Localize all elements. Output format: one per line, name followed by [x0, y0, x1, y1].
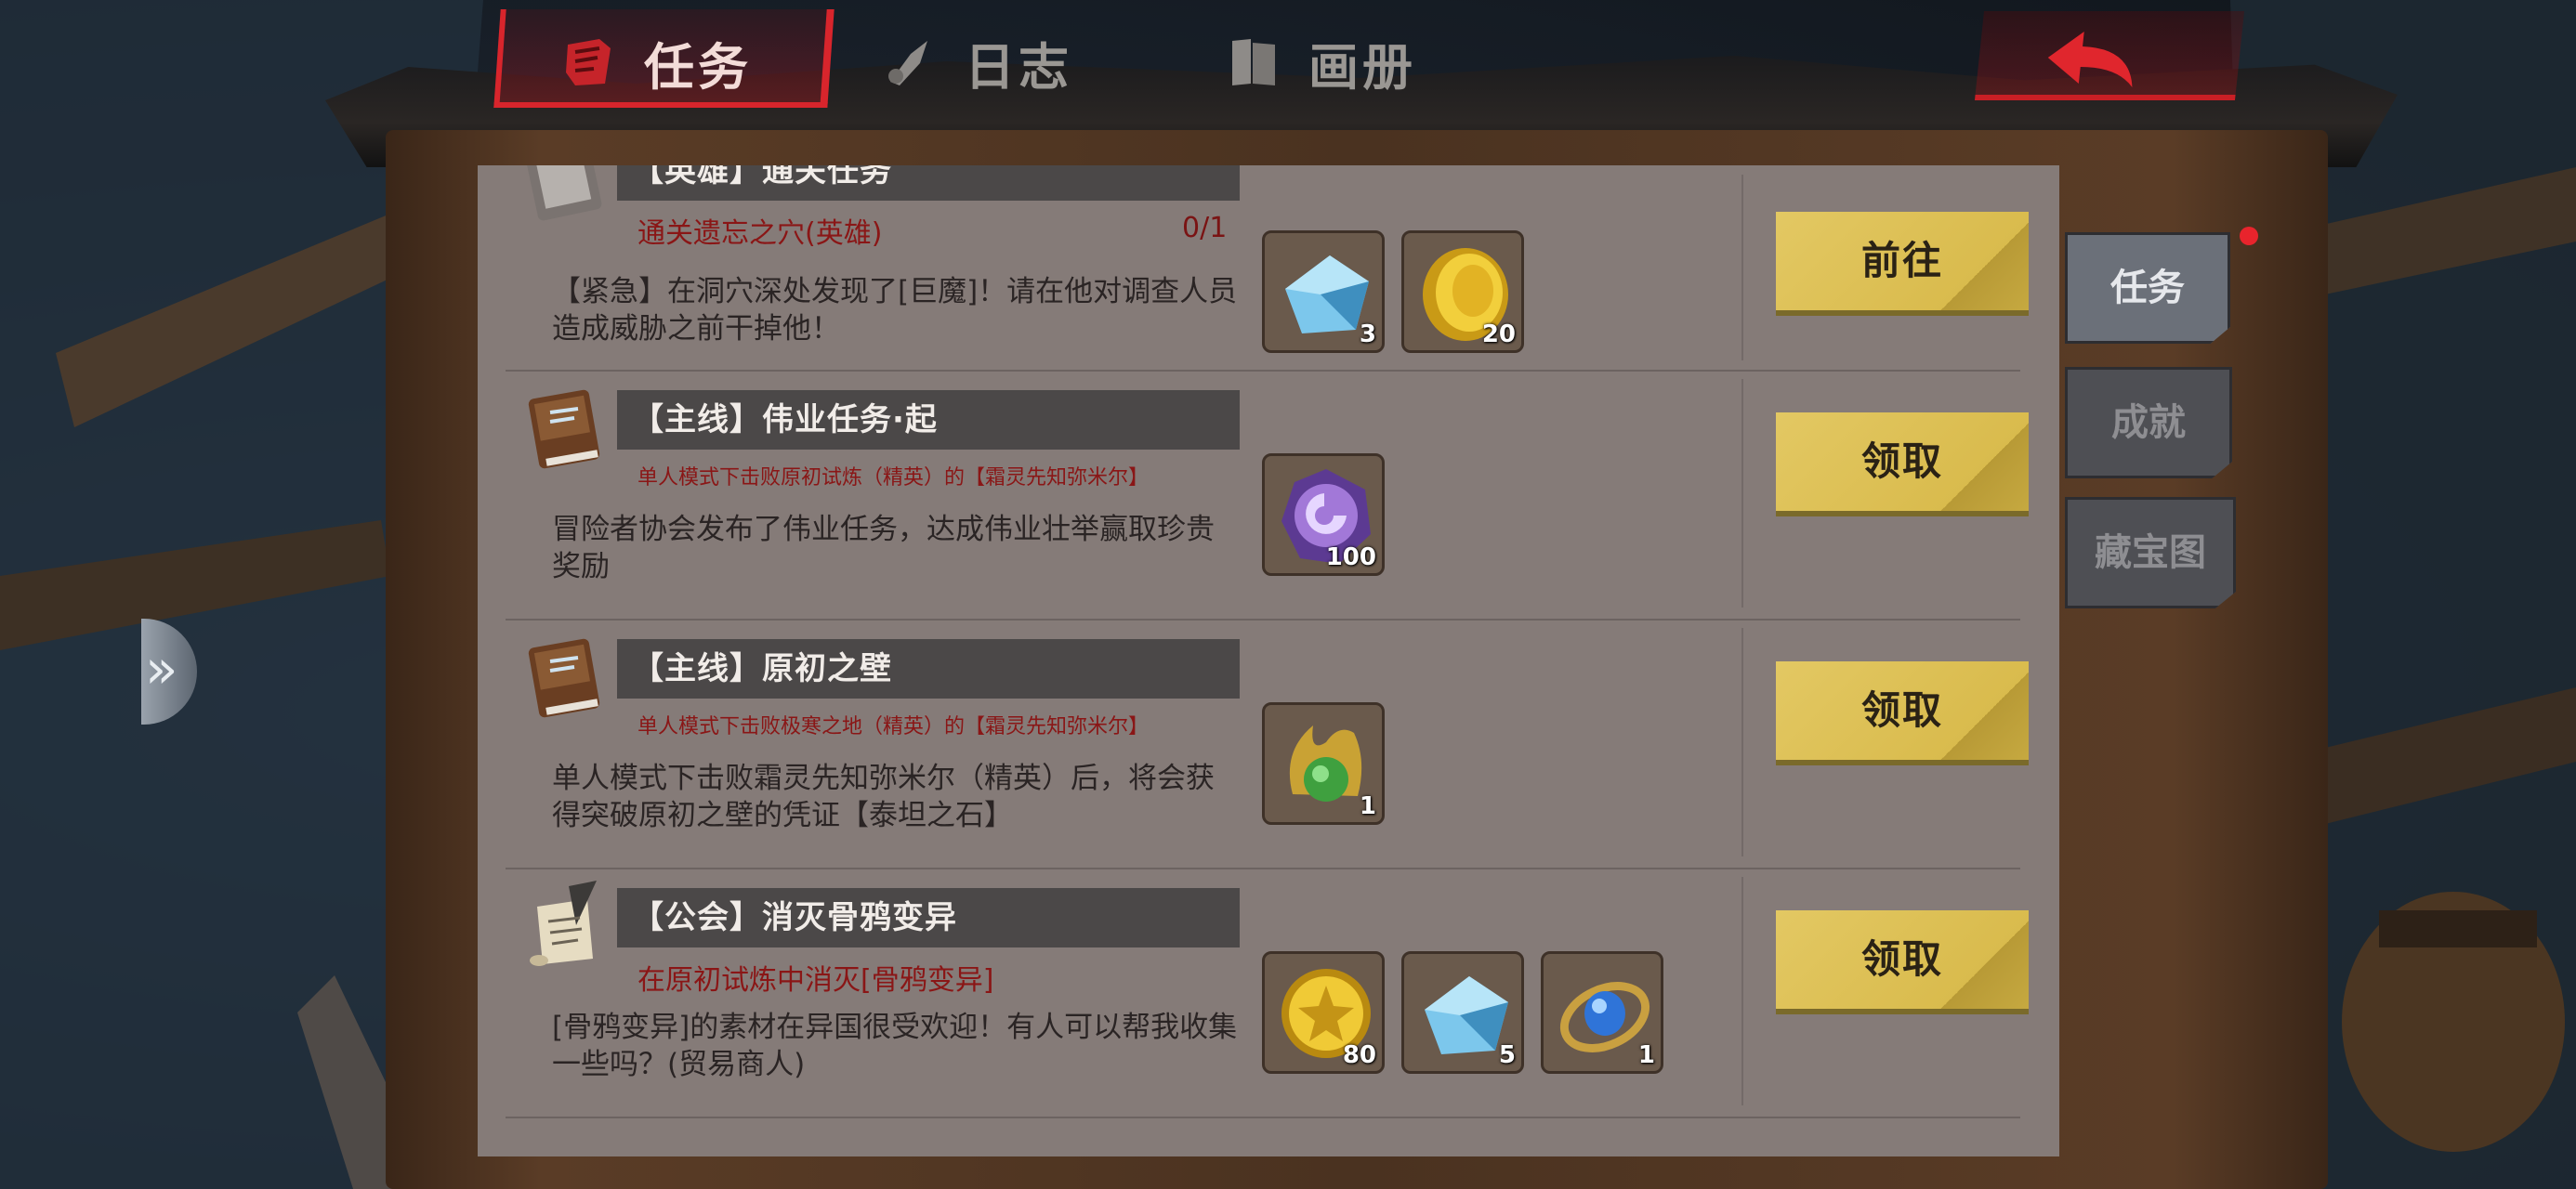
quest-title: 【公会】消灭骨鸦变异 [617, 888, 1240, 947]
quest-row: 【英雄】通关任务 通关遗忘之穴(英雄) 0/1 【紧急】在洞穴深处发现了[巨魔]… [506, 165, 2029, 372]
quest-description: [骨鸦变异]的素材在异国很受欢迎！有人可以帮我收集一些吗？(贸易商人) [552, 1011, 1238, 1081]
reward-slot[interactable]: 3 [1262, 230, 1385, 353]
back-button[interactable] [1974, 11, 2245, 100]
row-divider [1741, 379, 1743, 608]
reward-slot[interactable]: 20 [1401, 230, 1524, 353]
side-tab-label: 成就 [2111, 401, 2186, 444]
reward-slot[interactable]: 1 [1262, 702, 1385, 825]
quest-progress: 0/1 [1182, 212, 1228, 244]
album-book-icon [1227, 35, 1281, 89]
quest-description: 单人模式下击败霜灵先知弥米尔（精英）后，将会获得突破原初之壁的凭证【泰坦之石】 [552, 762, 1215, 832]
claim-button[interactable]: 领取 [1776, 910, 2029, 1009]
tab-quests[interactable]: 任务 [562, 20, 752, 104]
side-tab-achievements[interactable]: 成就 [2065, 367, 2232, 478]
quest-condition: 单人模式下击败原初试炼（精英）的【霜灵先知弥米尔】 [637, 466, 1150, 490]
quest-title: 【主线】伟业任务·起 [617, 390, 1240, 450]
tab-label: 画册 [1308, 37, 1416, 97]
reward-quantity: 80 [1342, 1041, 1376, 1069]
reward-quantity: 20 [1481, 320, 1516, 348]
reward-slot[interactable]: 80 [1262, 951, 1385, 1074]
quest-condition: 单人模式下击败极寒之地（精英）的【霜灵先知弥米尔】 [637, 715, 1150, 738]
quest-title: 【英雄】通关任务 [617, 165, 1240, 201]
reward-slot[interactable]: 1 [1541, 951, 1663, 1074]
quest-book-icon [522, 381, 611, 474]
quest-condition: 通关遗忘之穴(英雄) [637, 217, 883, 250]
quest-description: 【紧急】在洞穴深处发现了[巨魔]！请在他对调查人员造成威胁之前干掉他！ [552, 275, 1238, 346]
quest-book-icon [522, 630, 611, 723]
quest-row: 【主线】原初之壁 单人模式下击败极寒之地（精英）的【霜灵先知弥米尔】 单人模式下… [506, 619, 2029, 869]
claim-button[interactable]: 领取 [1776, 661, 2029, 760]
reward-quantity: 3 [1359, 320, 1376, 348]
quest-book-icon [522, 165, 611, 225]
side-tab-quests[interactable]: 任务 [2065, 232, 2230, 344]
row-divider [1741, 877, 1743, 1105]
row-divider [1741, 628, 1743, 856]
tab-label: 任务 [644, 37, 752, 97]
claim-button[interactable]: 领取 [1776, 412, 2029, 511]
quest-row: 【主线】伟业任务·起 单人模式下击败原初试炼（精英）的【霜灵先知弥米尔】 冒险者… [506, 370, 2029, 621]
back-arrow-icon [2047, 32, 2133, 87]
notification-dot [2240, 227, 2258, 245]
tab-journal[interactable]: 日志 [883, 20, 1072, 104]
journal-quill-icon [883, 35, 937, 89]
reward-quantity: 5 [1498, 1041, 1516, 1069]
reward-slot[interactable]: 100 [1262, 453, 1385, 576]
side-tab-label: 藏宝图 [2095, 531, 2206, 574]
double-chevron-right-icon: » [145, 637, 178, 700]
side-tab-label: 任务 [2110, 267, 2185, 309]
reward-quantity: 1 [1637, 1041, 1655, 1069]
reward-quantity: 1 [1359, 792, 1376, 820]
reward-quantity: 100 [1325, 543, 1376, 571]
goto-button[interactable]: 前往 [1776, 212, 2029, 310]
row-divider [1741, 175, 1743, 360]
tab-album[interactable]: 画册 [1227, 20, 1416, 104]
reward-slot[interactable]: 5 [1401, 951, 1524, 1074]
quest-scroll-icon [562, 35, 616, 89]
side-tab-treasure-map[interactable]: 藏宝图 [2065, 497, 2236, 608]
tab-label: 日志 [965, 37, 1072, 97]
quest-scroll-quill-icon [522, 879, 611, 972]
quest-row: 【公会】消灭骨鸦变异 在原初试炼中消灭[骨鸦变异] [骨鸦变异]的素材在异国很受… [506, 868, 2029, 1118]
quest-description: 冒险者协会发布了伟业任务，达成伟业壮举赢取珍贵奖励 [552, 513, 1215, 583]
quest-condition: 在原初试炼中消灭[骨鸦变异] [637, 964, 994, 997]
quest-list-panel[interactable]: 【英雄】通关任务 通关遗忘之穴(英雄) 0/1 【紧急】在洞穴深处发现了[巨魔]… [478, 165, 2059, 1156]
quest-title: 【主线】原初之壁 [617, 639, 1240, 699]
